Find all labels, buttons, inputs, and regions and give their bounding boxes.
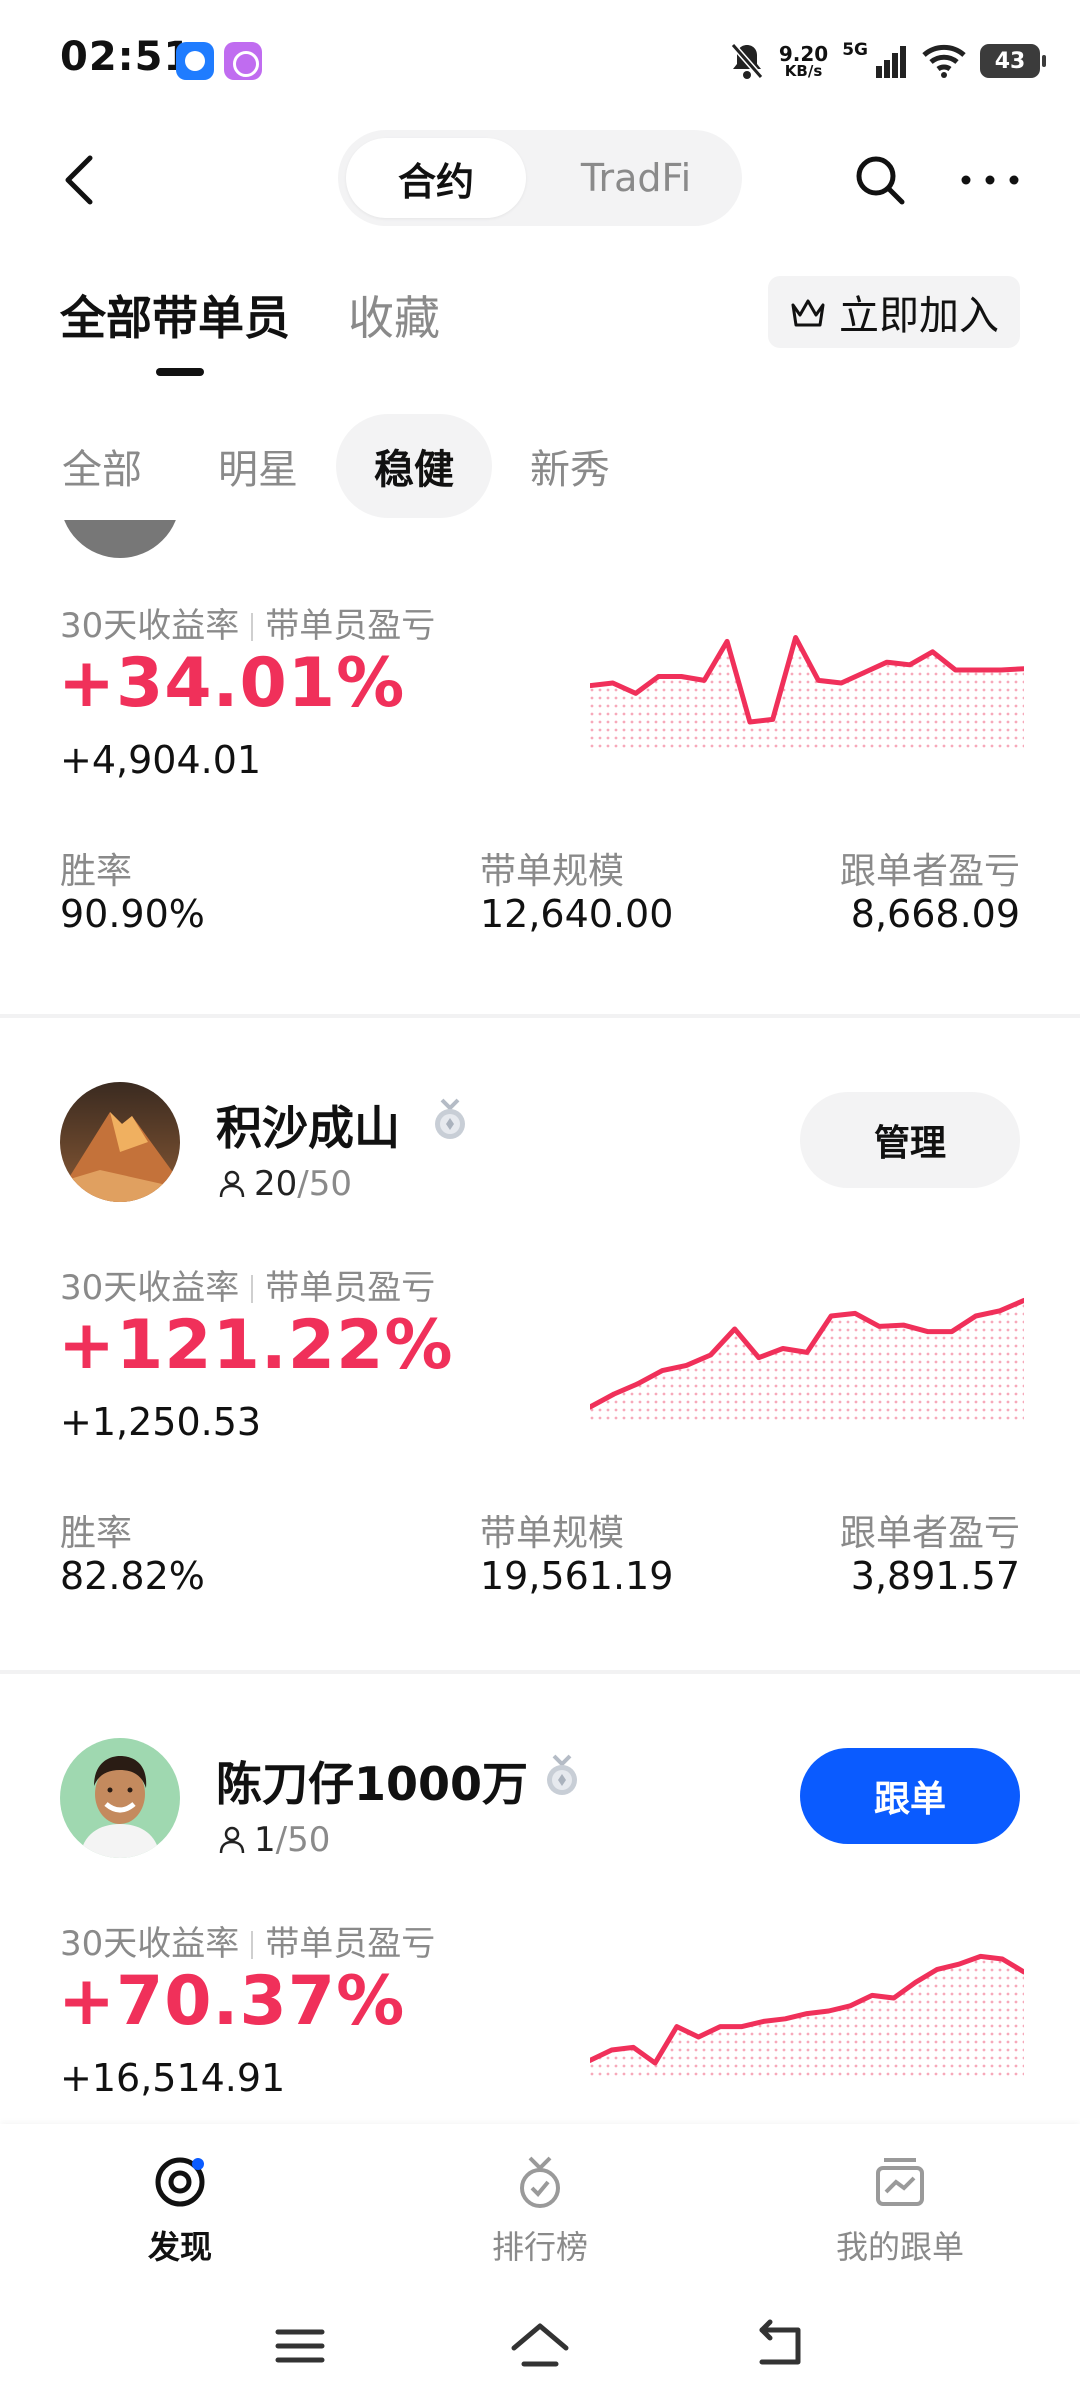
back-arrow-icon[interactable] [56, 150, 106, 210]
nav-discover-label: 发现 [147, 2228, 212, 2266]
trader-list[interactable]: 30天收益率 带单员盈亏 +34.01% +4,904.01 胜率 带单规模 跟单… [0, 520, 1080, 2124]
win-rate-value: 90.90% [60, 892, 205, 936]
network-type: 5G [842, 40, 868, 60]
filter-star[interactable]: 明星 [196, 414, 320, 518]
aum-value: 19,561.19 [480, 1554, 674, 1598]
copy-trade-button[interactable]: 跟单 [800, 1748, 1020, 1844]
category-filters: 全部 明星 稳健 新秀 [0, 410, 1080, 520]
join-now-button[interactable]: 立即加入 [768, 276, 1020, 348]
segment-futures[interactable]: 合约 [346, 138, 526, 218]
app-notification-icon [176, 42, 214, 80]
nav-my-copy-label: 我的跟单 [835, 2228, 964, 2266]
trader-card[interactable]: 陈刀仔1000万 1/50 跟单 30天收益率 带单员盈亏 +70.37% +16… [0, 1674, 1080, 2124]
battery-indicator: 43 [980, 44, 1046, 78]
metric-labels: 30天收益率 带单员盈亏 [60, 1268, 436, 1308]
trader-name[interactable]: 积沙成山 [216, 1092, 400, 1158]
wifi-icon [922, 44, 966, 78]
segment-tradfi[interactable]: TradFi [538, 138, 734, 218]
nav-discover[interactable]: 发现 [60, 2154, 300, 2268]
user-icon [219, 1170, 245, 1198]
roi-sparkline [590, 1297, 1024, 1420]
nav-leaderboard[interactable]: 排行榜 [420, 2154, 660, 2268]
signal-icon [876, 46, 906, 78]
discover-icon [155, 2157, 205, 2207]
home-icon[interactable] [508, 2314, 572, 2378]
tab-favorites[interactable]: 收藏 [348, 282, 440, 348]
system-navigation-bar [0, 2284, 1080, 2408]
win-rate-value: 82.82% [60, 1554, 205, 1598]
back-icon[interactable] [748, 2314, 812, 2378]
pnl-value: +1,250.53 [60, 1400, 262, 1444]
silver-medal-icon [435, 1098, 465, 1139]
market-segment-control: 合约 TradFi [338, 130, 742, 226]
manage-button[interactable]: 管理 [800, 1092, 1020, 1188]
pnl-value: +4,904.01 [60, 738, 262, 782]
aum-label: 带单规模 [480, 1513, 625, 1554]
user-icon [219, 1826, 245, 1854]
crown-icon [791, 299, 825, 327]
more-options-icon[interactable] [958, 162, 1022, 198]
follower-count: 1/50 [218, 1820, 330, 1860]
roi-sparkline [590, 635, 1024, 748]
follower-pnl-value: 3,891.57 [850, 1554, 1020, 1598]
nav-leaderboard-label: 排行榜 [491, 2228, 588, 2266]
follower-count: 20/50 [218, 1164, 352, 1204]
status-bar: 02:51 9.20 KB/s 5G 43 [0, 0, 1080, 120]
roi-value: +34.01% [58, 644, 406, 723]
nav-my-copy[interactable]: 我的跟单 [780, 2154, 1020, 2268]
join-now-label: 立即加入 [839, 293, 999, 339]
win-rate-label: 胜率 [60, 1513, 133, 1554]
sparkline-area [590, 1956, 1024, 2076]
follower-pnl-value: 8,668.09 [850, 892, 1020, 936]
trader-avatar [60, 1082, 180, 1202]
roi-value: +121.22% [58, 1306, 454, 1385]
my-copy-icon [876, 2158, 924, 2206]
roi-value: +70.37% [58, 1962, 406, 2041]
bottom-navigation: 发现 排行榜 我的跟单 [0, 2124, 1080, 2284]
trader-avatar [60, 520, 180, 558]
silver-medal-icon [547, 1754, 577, 1795]
filter-rookie[interactable]: 新秀 [508, 414, 632, 518]
trader-avatar [60, 1738, 180, 1858]
network-speed: 9.20 KB/s [778, 41, 829, 80]
aum-value: 12,640.00 [480, 892, 674, 936]
metric-labels: 30天收益率 带单员盈亏 [60, 606, 436, 646]
leaderboard-icon [520, 2156, 560, 2208]
menu-icon[interactable] [268, 2314, 332, 2378]
app-notification-icon-2 [224, 42, 262, 80]
active-tab-indicator [156, 368, 204, 376]
trader-card[interactable]: 积沙成山 20/50 管理 30天收益率 带单员盈亏 +121.22% +1,25… [0, 1018, 1080, 1674]
search-icon[interactable] [852, 152, 908, 208]
win-rate-label: 胜率 [60, 851, 133, 892]
metric-labels: 30天收益率 带单员盈亏 [60, 1924, 436, 1964]
status-time: 02:51 [60, 34, 193, 80]
mute-bell-icon [730, 43, 764, 79]
filter-steady[interactable]: 稳健 [336, 414, 492, 518]
aum-label: 带单规模 [480, 851, 625, 892]
filter-all[interactable]: 全部 [40, 414, 164, 518]
tab-all-traders[interactable]: 全部带单员 [60, 282, 290, 348]
pnl-value: +16,514.91 [60, 2056, 286, 2100]
follower-pnl-label: 跟单者盈亏 [839, 1513, 1020, 1554]
roi-sparkline [590, 1953, 1024, 2076]
sparkline-area [590, 1300, 1024, 1420]
follower-pnl-label: 跟单者盈亏 [839, 851, 1020, 892]
trader-name[interactable]: 陈刀仔1000万 [216, 1748, 528, 1814]
